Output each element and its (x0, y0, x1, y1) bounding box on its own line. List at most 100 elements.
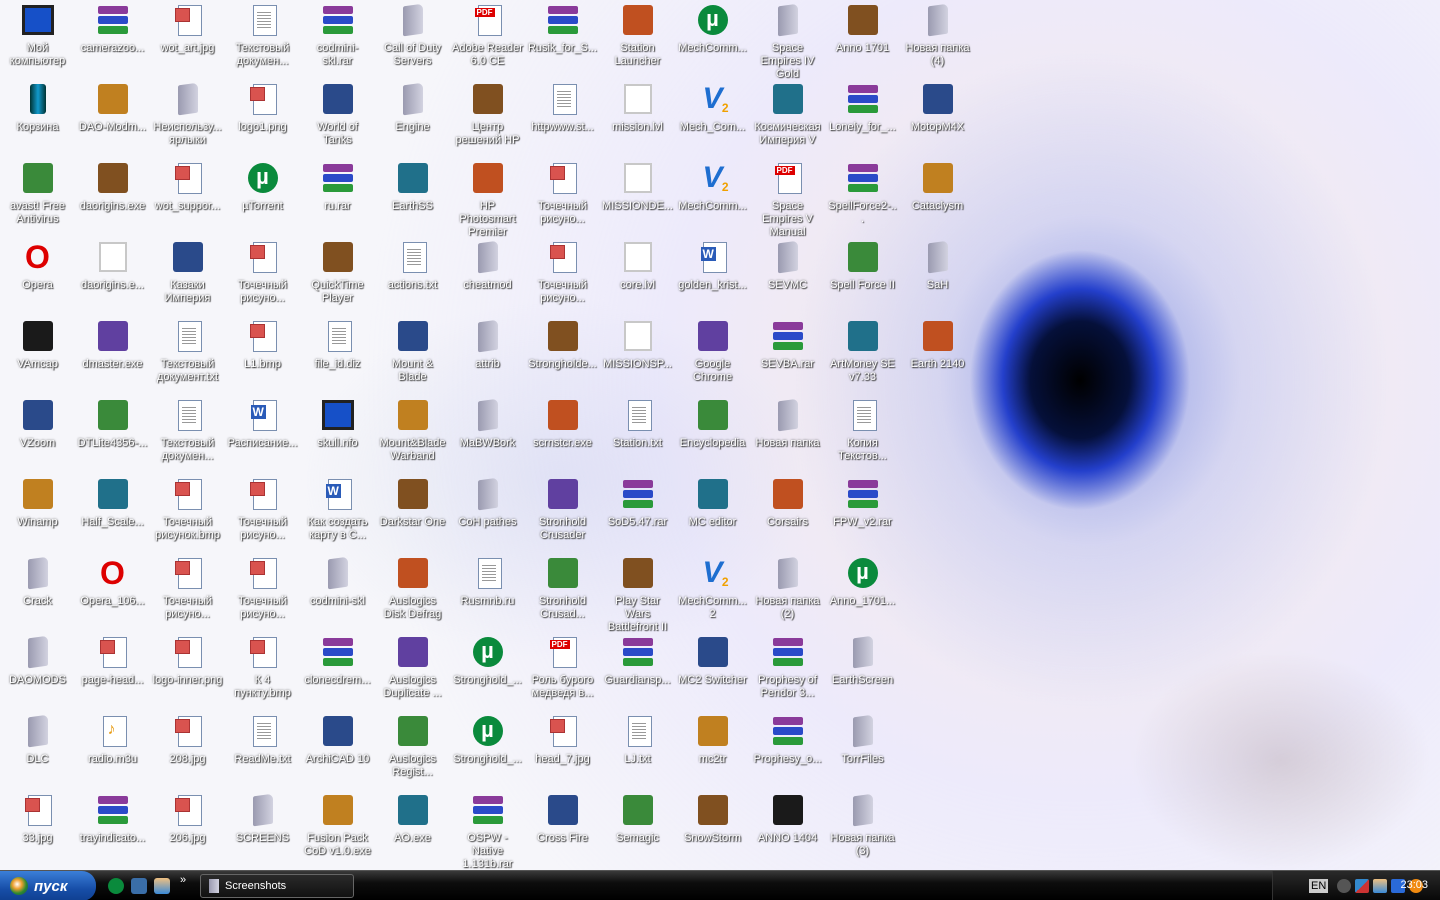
desktop-icon[interactable]: golden_krist... (675, 241, 750, 292)
desktop-icon[interactable]: OSPW - Native 1.131b.rar (450, 794, 525, 871)
show-desktop-icon[interactable] (131, 878, 147, 894)
desktop-icon[interactable]: HP Photosmart Premier (450, 162, 525, 239)
desktop-icon[interactable]: actions.txt (375, 241, 450, 292)
desktop-icon[interactable]: Точечный рисуно... (525, 241, 600, 305)
desktop-icon[interactable]: Spell Force II (825, 241, 900, 292)
desktop-icon[interactable]: ReadMe.txt (225, 715, 300, 766)
desktop-icon[interactable]: Encyclopedia (675, 399, 750, 450)
desktop-icon[interactable]: Точечный рисуно... (225, 241, 300, 305)
desktop-icon[interactable]: Space Empires IV Gold (750, 4, 825, 81)
desktop-icon[interactable]: core.lvl (600, 241, 675, 292)
desktop-icon[interactable]: Центр решений HP (450, 83, 525, 147)
start-button[interactable]: пуск (0, 871, 96, 900)
desktop-icon[interactable]: logo1.png (225, 83, 300, 134)
desktop-icon[interactable]: Anno 1701 (825, 4, 900, 55)
desktop-icon[interactable]: ru.rar (300, 162, 375, 213)
desktop-icon[interactable]: Opera (0, 241, 75, 292)
desktop-icon[interactable]: Opera_106... (75, 557, 150, 608)
desktop-icon[interactable]: head_7.jpg (525, 715, 600, 766)
desktop-icon[interactable]: radio.m3u (75, 715, 150, 766)
desktop-icon[interactable]: MC2 Switcher (675, 636, 750, 687)
desktop-icon[interactable]: Play Star Wars Battlefront II (600, 557, 675, 634)
desktop-icon[interactable]: Adobe Reader 6.0 CE (450, 4, 525, 68)
desktop-icon[interactable]: Prophesy of Pendor 3... (750, 636, 825, 700)
desktop-icon[interactable]: EarthScreen (825, 636, 900, 687)
desktop-icon[interactable]: Расписание... (225, 399, 300, 450)
utorrent-icon[interactable] (108, 878, 124, 894)
desktop-icon[interactable]: attrib (450, 320, 525, 371)
desktop-icon[interactable]: Точечный рисуно... (225, 557, 300, 621)
desktop-icon[interactable]: К 4 пункту.bmp (225, 636, 300, 700)
desktop-icon[interactable]: Engine (375, 83, 450, 134)
desktop-icon[interactable]: Auslogics Duplicate ... (375, 636, 450, 700)
desktop-icon[interactable]: Cross Fire (525, 794, 600, 845)
desktop-icon[interactable]: AO.exe (375, 794, 450, 845)
desktop-icon[interactable]: trayindicato... (75, 794, 150, 845)
desktop-icon[interactable]: Stronhold Crusad... (525, 557, 600, 621)
taskbar-button-screenshots[interactable]: Screenshots (200, 874, 354, 898)
desktop-icon[interactable]: SpellForce2-... (825, 162, 900, 226)
desktop-icon[interactable]: Station Launcher (600, 4, 675, 68)
desktop-icon[interactable]: Stronghold_... (450, 715, 525, 766)
desktop-icon[interactable]: ANNO 1404 (750, 794, 825, 845)
desktop-icon[interactable]: Мой компьютер (0, 4, 75, 68)
desktop-icon[interactable]: Cataclysm (900, 162, 975, 213)
desktop-icon[interactable]: Half_Scale... (75, 478, 150, 529)
desktop-icon[interactable]: codmini-skl.rar (300, 4, 375, 68)
desktop-icon[interactable]: Stronhold Crusader (525, 478, 600, 542)
desktop-icon[interactable]: Mech_Com... (675, 83, 750, 134)
desktop-icon[interactable]: MotopM4X (900, 83, 975, 134)
desktop-icon[interactable]: Darkstar One (375, 478, 450, 529)
desktop-icon[interactable]: codmini-skl (300, 557, 375, 608)
desktop-icon[interactable]: logo-inner.png (150, 636, 225, 687)
desktop-icon[interactable]: MechComm... (675, 162, 750, 213)
desktop-icon[interactable]: Текстовый докумен... (150, 399, 225, 463)
desktop-icon[interactable]: Текстовый документ.txt (150, 320, 225, 384)
desktop-icon[interactable]: Новая папка (3) (825, 794, 900, 858)
desktop-icon[interactable]: TorrFiles (825, 715, 900, 766)
desktop-icon[interactable]: file_id.diz (300, 320, 375, 371)
desktop-icon[interactable]: SnowStorm (675, 794, 750, 845)
desktop-icon[interactable]: Космическая Империя V (750, 83, 825, 147)
desktop-icon[interactable]: MC editor (675, 478, 750, 529)
desktop-icon[interactable]: L1.bmp (225, 320, 300, 371)
desktop-icon[interactable]: 33.jpg (0, 794, 75, 845)
desktop-icon[interactable]: Как создать карту в C... (300, 478, 375, 542)
desktop-icon[interactable]: Корзина (0, 83, 75, 134)
desktop-icon[interactable]: Corsairs (750, 478, 825, 529)
desktop-icon[interactable]: FPW_v2.rar (825, 478, 900, 529)
desktop-icon[interactable]: page-head... (75, 636, 150, 687)
desktop-icon[interactable]: CoH pathes (450, 478, 525, 529)
desktop-icon[interactable]: 206.jpg (150, 794, 225, 845)
desktop-icon[interactable]: Новая папка (2) (750, 557, 825, 621)
app-tray-icon[interactable] (1355, 879, 1369, 893)
desktop-icon[interactable]: VZoom (0, 399, 75, 450)
desktop-icon[interactable]: DTLite4356-... (75, 399, 150, 450)
desktop-icon[interactable]: SaH (900, 241, 975, 292)
desktop-icon[interactable]: MechComm... (675, 4, 750, 55)
desktop-icon[interactable]: skull.nfo (300, 399, 375, 450)
desktop-icon[interactable]: SoD5.47.rar (600, 478, 675, 529)
quick-launch-chevron[interactable]: » (180, 874, 186, 886)
desktop-icon[interactable]: MechComm... 2 (675, 557, 750, 621)
desktop-icon[interactable]: MISSIONSP... (600, 320, 675, 371)
network-tray-icon[interactable] (1373, 879, 1387, 893)
desktop-icon[interactable]: Earth 2140 (900, 320, 975, 371)
desktop-icon[interactable]: VAmcap (0, 320, 75, 371)
desktop-icon[interactable]: Новая папка (750, 399, 825, 450)
desktop-icon[interactable]: Semagic (600, 794, 675, 845)
desktop-icon[interactable]: World of Tanks (300, 83, 375, 147)
desktop-icon[interactable]: cheatmod (450, 241, 525, 292)
desktop-icon[interactable]: Новая папка (4) (900, 4, 975, 68)
desktop-icon[interactable]: EarthSS (375, 162, 450, 213)
desktop-icon[interactable]: wot_suppor... (150, 162, 225, 213)
desktop-icon[interactable]: mission.lvl (600, 83, 675, 134)
desktop-icon[interactable]: avast! Free Antivirus (0, 162, 75, 226)
desktop-icon[interactable]: dmaster.exe (75, 320, 150, 371)
desktop-icon[interactable]: Guardiansp... (600, 636, 675, 687)
desktop-icon[interactable]: Stronghold_... (450, 636, 525, 687)
desktop-icon[interactable]: Auslogics Regist... (375, 715, 450, 779)
desktop-icon[interactable]: SEVBA.rar (750, 320, 825, 371)
desktop-icon[interactable]: Winamp (0, 478, 75, 529)
desktop-icon[interactable]: Call of Duty Servers (375, 4, 450, 68)
